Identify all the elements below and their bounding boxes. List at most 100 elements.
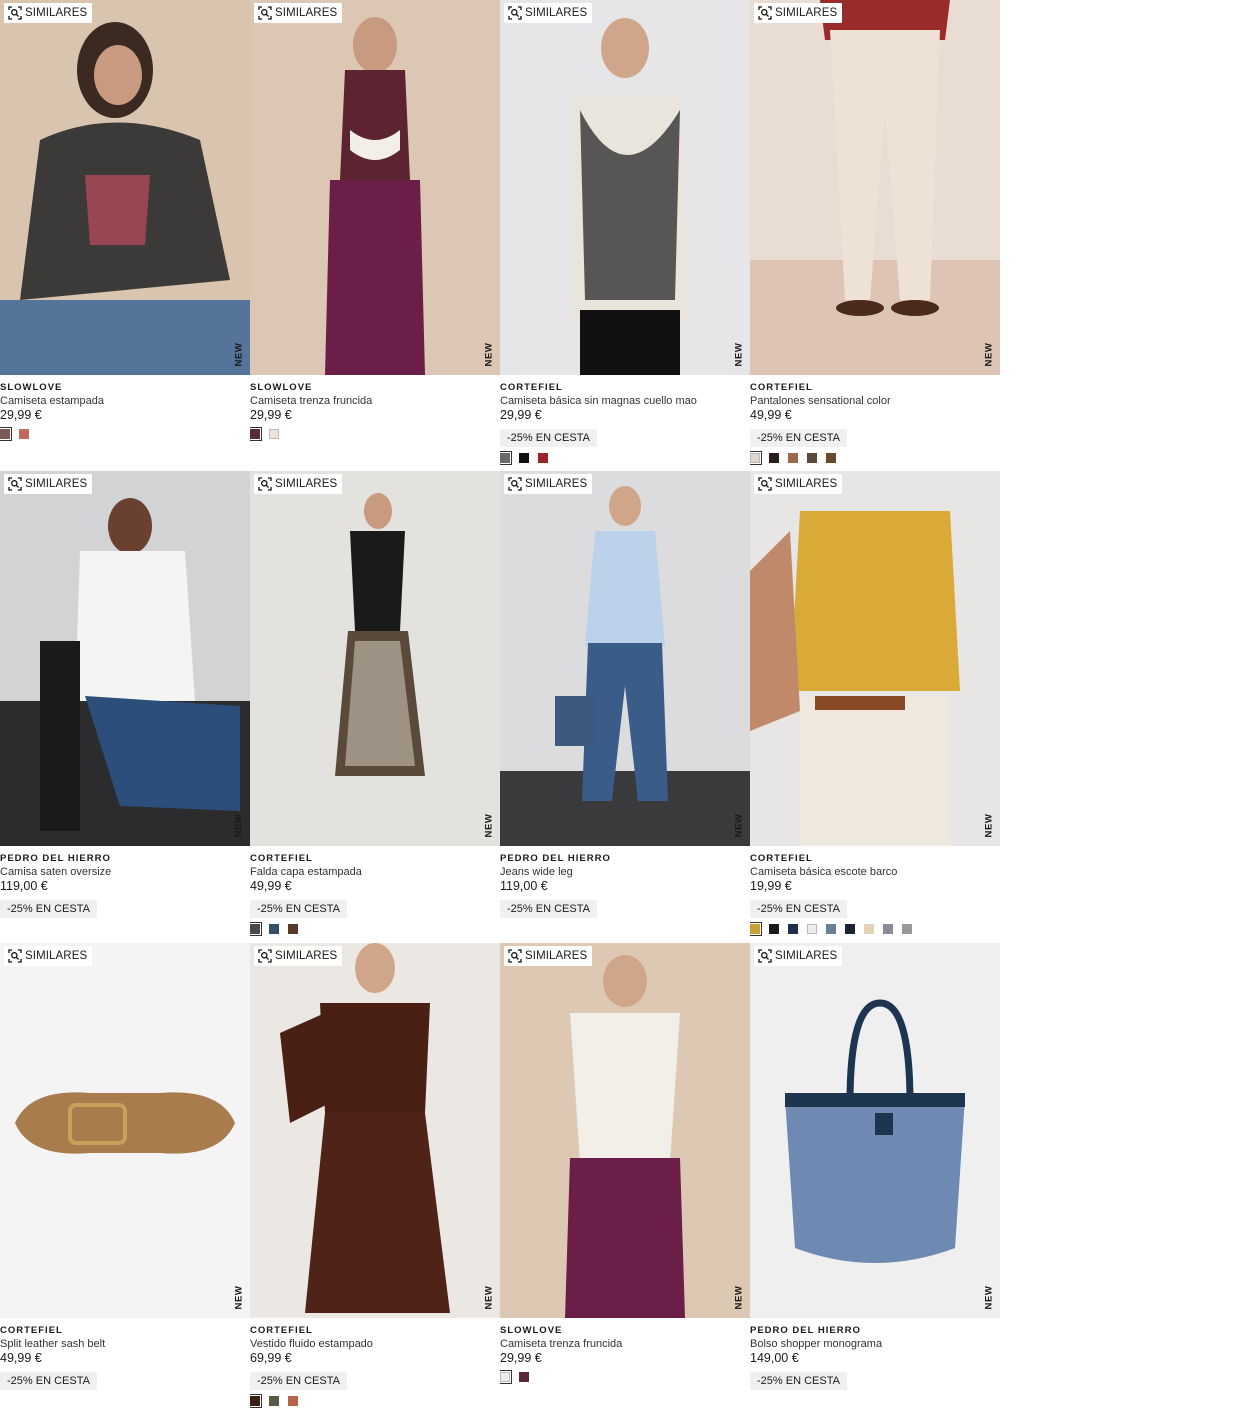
similar-button[interactable]: SIMILARES <box>4 3 93 23</box>
new-badge: NEW <box>733 812 746 838</box>
product-name[interactable]: Bolso shopper monograma <box>750 1337 996 1351</box>
product-photo[interactable] <box>250 471 500 847</box>
similar-label: SIMILARES <box>525 7 588 19</box>
color-swatch[interactable] <box>500 451 512 465</box>
new-badge: NEW <box>233 341 246 367</box>
product-image[interactable]: SIMILARES NEW <box>0 471 250 847</box>
product-card[interactable]: SIMILARES NEW PEDRO DEL HIERRO Jeans wide l… <box>500 471 750 942</box>
product-image[interactable]: SIMILARES NEW <box>500 942 750 1318</box>
color-swatch[interactable] <box>0 427 12 441</box>
product-image[interactable]: SIMILARES NEW <box>250 0 500 375</box>
color-swatch[interactable] <box>826 453 836 463</box>
color-swatch[interactable] <box>250 427 262 441</box>
similar-button[interactable]: SIMILARES <box>4 945 93 966</box>
similar-button[interactable]: SIMILARES <box>504 474 593 495</box>
product-image[interactable]: SIMILARES NEW <box>750 471 1000 847</box>
color-swatch[interactable] <box>500 1369 512 1384</box>
product-name[interactable]: Camiseta trenza fruncida <box>250 394 496 408</box>
product-name[interactable]: Camiseta básica sin magnas cuello mao <box>500 394 746 408</box>
product-card[interactable]: SIMILARES NEW CORTEFIEL Camiseta básica sin… <box>500 0 750 471</box>
product-photo[interactable] <box>0 942 250 1318</box>
product-image[interactable]: SIMILARES NEW <box>0 942 250 1318</box>
product-photo[interactable] <box>750 0 1000 375</box>
product-info: SLOWLOVE Camiseta trenza fruncida 29,99 € <box>250 381 496 441</box>
product-image[interactable]: SIMILARES NEW <box>750 0 1000 375</box>
color-swatch[interactable] <box>788 924 798 935</box>
similar-button[interactable]: SIMILARES <box>504 945 593 966</box>
color-swatch[interactable] <box>750 922 762 937</box>
product-photo[interactable] <box>750 942 1000 1318</box>
color-swatch[interactable] <box>519 453 529 463</box>
new-label: NEW <box>233 342 245 367</box>
product-photo[interactable] <box>250 942 500 1318</box>
visual-search-icon <box>8 6 22 20</box>
color-swatch[interactable] <box>864 924 874 935</box>
color-swatch[interactable] <box>250 1393 262 1408</box>
color-swatch[interactable] <box>769 453 779 463</box>
product-name[interactable]: Vestido fluido estampado <box>250 1337 496 1351</box>
color-swatch[interactable] <box>288 1395 298 1406</box>
product-photo[interactable] <box>500 471 750 847</box>
color-swatch[interactable] <box>519 1371 529 1382</box>
color-swatch[interactable] <box>19 429 29 439</box>
color-swatch[interactable] <box>826 924 836 935</box>
product-brand: CORTEFIEL <box>0 1324 63 1336</box>
product-card[interactable]: SIMILARES NEW SLOWLOVE Camiseta trenza frun… <box>250 0 500 471</box>
color-swatch[interactable] <box>269 429 279 439</box>
product-card[interactable]: SIMILARES NEW CORTEFIEL Split leather sash … <box>0 942 250 1414</box>
similar-button[interactable]: SIMILARES <box>754 945 843 966</box>
similar-button[interactable]: SIMILARES <box>504 3 593 23</box>
color-swatch[interactable] <box>750 451 762 465</box>
product-name[interactable]: Split leather sash belt <box>0 1337 246 1351</box>
color-swatch[interactable] <box>538 453 548 463</box>
color-swatch[interactable] <box>807 453 817 463</box>
color-swatch[interactable] <box>769 924 779 935</box>
product-name[interactable]: Camiseta básica escote barco <box>750 865 996 879</box>
product-name[interactable]: Camiseta estampada <box>0 394 246 408</box>
product-card[interactable]: SIMILARES NEW SLOWLOVE Camiseta estampada 29… <box>0 0 250 471</box>
product-photo[interactable] <box>0 471 250 847</box>
color-swatch[interactable] <box>269 924 279 935</box>
similar-button[interactable]: SIMILARES <box>4 474 93 495</box>
color-swatch[interactable] <box>250 922 262 937</box>
product-image[interactable]: SIMILARES NEW <box>500 471 750 847</box>
product-photo[interactable] <box>0 0 250 375</box>
similar-button[interactable]: SIMILARES <box>754 3 843 23</box>
product-name[interactable]: Camiseta trenza fruncida <box>500 1337 746 1351</box>
similar-button[interactable]: SIMILARES <box>254 3 343 23</box>
product-image[interactable]: SIMILARES NEW <box>750 942 1000 1318</box>
product-card[interactable]: SIMILARES NEW SLOWLOVE Camiseta trenza frun… <box>500 942 750 1414</box>
product-card[interactable]: SIMILARES NEW PEDRO DEL HIERRO Bolso shoppe… <box>750 942 1000 1414</box>
similar-button[interactable]: SIMILARES <box>754 474 843 495</box>
product-name[interactable]: Camisa saten oversize <box>0 865 246 879</box>
product-card[interactable]: SIMILARES NEW CORTEFIEL Vestido fluido esta… <box>250 942 500 1414</box>
product-image[interactable]: SIMILARES NEW <box>250 471 500 847</box>
product-price: 49,99 € <box>0 1350 42 1365</box>
product-image[interactable]: SIMILARES NEW <box>0 0 250 375</box>
similar-button[interactable]: SIMILARES <box>254 945 343 966</box>
product-name[interactable]: Falda capa estampada <box>250 865 496 879</box>
product-price: 29,99 € <box>500 1350 542 1365</box>
product-photo[interactable] <box>250 0 500 375</box>
similar-button[interactable]: SIMILARES <box>254 474 343 495</box>
product-name[interactable]: Jeans wide leg <box>500 865 746 879</box>
color-swatch[interactable] <box>288 924 298 935</box>
color-swatch[interactable] <box>788 453 798 463</box>
color-swatch[interactable] <box>845 924 855 935</box>
product-card[interactable]: SIMILARES NEW CORTEFIEL Falda capa estampad… <box>250 471 500 942</box>
color-swatch[interactable] <box>807 924 817 935</box>
color-swatch[interactable] <box>883 924 893 935</box>
product-card[interactable]: SIMILARES NEW CORTEFIEL Camiseta básica esc… <box>750 471 1000 942</box>
product-photo[interactable] <box>500 0 750 375</box>
product-info: CORTEFIEL Camiseta básica escote barco 19,… <box>750 852 996 937</box>
product-image[interactable]: SIMILARES NEW <box>500 0 750 375</box>
product-name[interactable]: Pantalones sensational color <box>750 394 996 408</box>
product-image[interactable]: SIMILARES NEW <box>250 942 500 1318</box>
product-photo[interactable] <box>750 471 1000 847</box>
product-photo[interactable] <box>500 942 750 1318</box>
color-swatch[interactable] <box>269 1395 279 1406</box>
visual-search-icon <box>258 948 272 963</box>
product-card[interactable]: SIMILARES NEW CORTEFIEL Pantalones sensatio… <box>750 0 1000 471</box>
product-card[interactable]: SIMILARES NEW PEDRO DEL HIERRO Camisa saten… <box>0 471 250 942</box>
color-swatch[interactable] <box>902 924 912 935</box>
